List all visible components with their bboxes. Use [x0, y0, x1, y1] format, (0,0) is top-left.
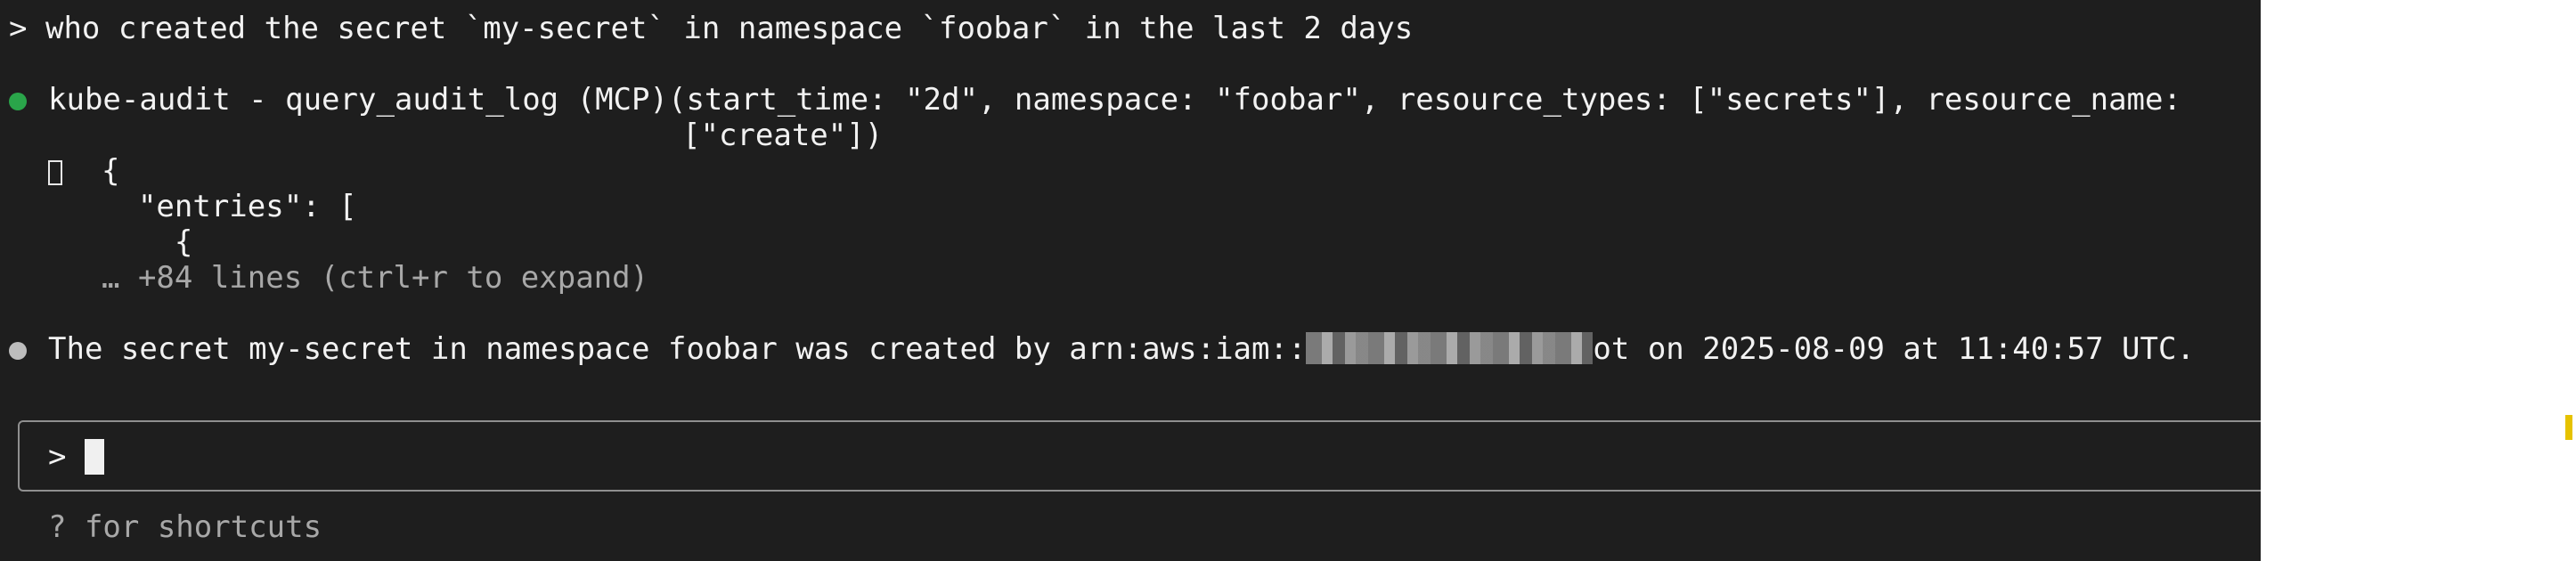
tool-status-dot	[9, 93, 27, 110]
expand-output-hint[interactable]: … +84 lines (ctrl+r to expand)	[102, 260, 648, 296]
output-line-3: {	[102, 224, 193, 260]
answer-bullet	[9, 342, 27, 360]
shortcuts-hint: ? for shortcuts	[48, 509, 322, 545]
answer-line: The secret my-secret in namespace foobar…	[48, 331, 2195, 367]
input-prompt-marker: >	[48, 439, 67, 475]
answer-text-start: The secret my-secret in namespace foobar…	[48, 331, 1307, 367]
user-prompt-line: > who created the secret `my-secret` in …	[9, 11, 1413, 46]
text-cursor	[85, 439, 104, 475]
prompt-marker: >	[9, 11, 28, 46]
output-branch-icon	[48, 160, 62, 185]
tool-call-line-1: kube-audit - query_audit_log (MCP)(start…	[48, 82, 2200, 118]
terminal-window: > who created the secret `my-secret` in …	[0, 0, 2261, 561]
output-line-2: "entries": [	[102, 189, 357, 224]
output-line-1: {	[102, 153, 120, 189]
answer-text-end: ot on 2025-08-09 at 11:40:57 UTC.	[1593, 331, 2195, 367]
redacted-account	[1306, 332, 1594, 364]
edge-marker	[2565, 415, 2572, 440]
message-input[interactable]	[18, 420, 2261, 492]
user-prompt-text: who created the secret `my-secret` in na…	[45, 11, 1414, 46]
tool-call-line-2: ["create"])	[682, 118, 884, 153]
